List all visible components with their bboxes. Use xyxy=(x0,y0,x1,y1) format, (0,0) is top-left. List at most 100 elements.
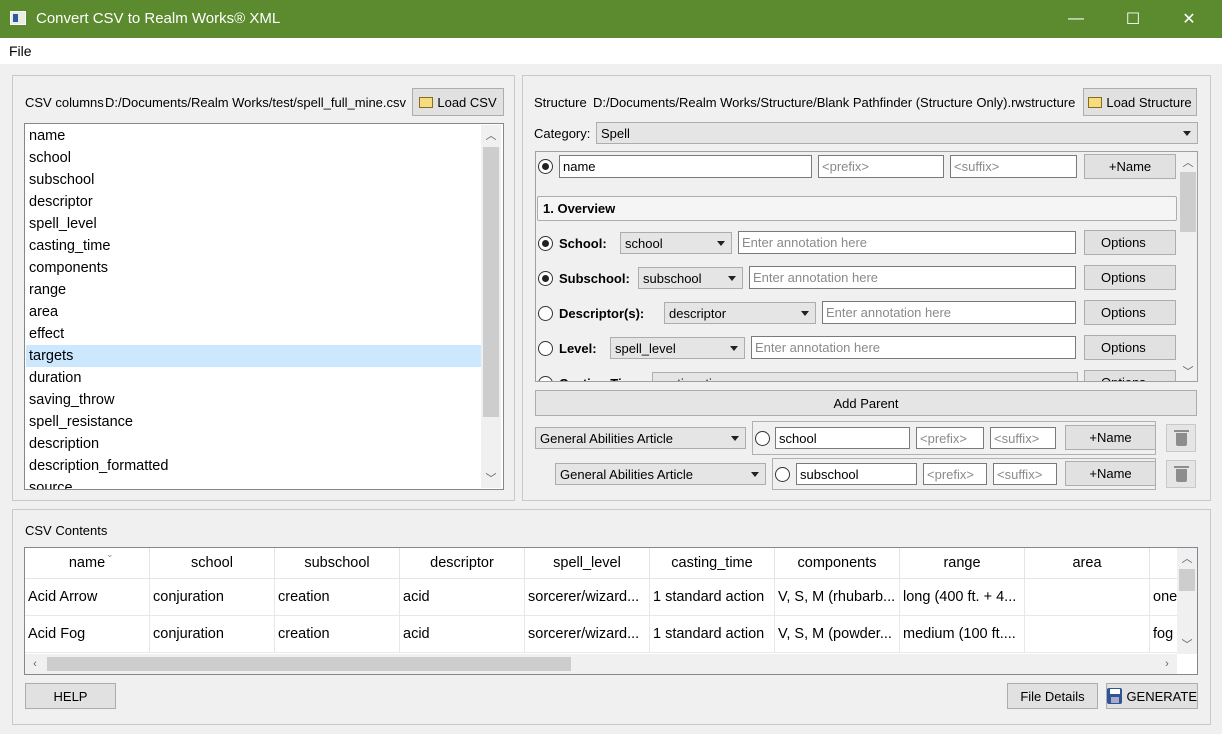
add-parent-button[interactable]: Add Parent xyxy=(535,390,1197,416)
parent-suffix-field[interactable]: <suffix> xyxy=(993,463,1057,485)
table-header[interactable]: name xyxy=(25,548,150,579)
column-list-item[interactable]: spell_resistance xyxy=(26,411,481,433)
column-list-item[interactable]: targets xyxy=(26,345,481,367)
scroll-thumb[interactable] xyxy=(1179,569,1195,591)
table-cell[interactable]: conjuration xyxy=(150,616,275,653)
scroll-thumb[interactable] xyxy=(483,147,499,417)
table-cell[interactable]: conjuration xyxy=(150,579,275,616)
column-list-item[interactable]: school xyxy=(26,147,481,169)
scroll-up-icon[interactable]: ︿ xyxy=(1177,548,1197,568)
field-radio[interactable] xyxy=(538,271,553,286)
column-list-item[interactable]: description xyxy=(26,433,481,455)
table-hscrollbar[interactable]: ‹ › xyxy=(25,654,1177,674)
scroll-down-icon[interactable]: ﹀ xyxy=(481,468,501,488)
csv-columns-list[interactable]: name school subschool descriptor spell_level… xyxy=(24,123,504,490)
field-radio[interactable] xyxy=(538,341,553,356)
table-cell[interactable]: Acid Arrow xyxy=(25,579,150,616)
table-header[interactable] xyxy=(1150,548,1180,579)
table-cell[interactable]: sorcerer/wizard... xyxy=(525,616,650,653)
section-overview-header[interactable]: 1. Overview xyxy=(537,196,1177,221)
annotation-field[interactable]: Enter annotation here xyxy=(751,336,1076,359)
parent-prefix-field[interactable]: <prefix> xyxy=(923,463,987,485)
column-list-item[interactable]: range xyxy=(26,279,481,301)
table-cell[interactable]: one xyxy=(1150,579,1180,616)
name-field[interactable]: name xyxy=(559,155,812,178)
parent-prefix-field[interactable]: <prefix> xyxy=(916,427,984,449)
scroll-right-icon[interactable]: › xyxy=(1157,654,1177,674)
table-vscrollbar[interactable]: ︿ ﹀ xyxy=(1177,548,1197,654)
scroll-up-icon[interactable]: ︿ xyxy=(1178,152,1197,172)
field-column-select[interactable]: descriptor xyxy=(664,302,816,324)
parent-add-name-button[interactable]: +Name xyxy=(1065,461,1156,486)
field-radio[interactable] xyxy=(538,306,553,321)
structure-scrollbar[interactable]: ︿ ﹀ xyxy=(1178,152,1197,381)
scroll-left-icon[interactable]: ‹ xyxy=(25,654,45,674)
column-list-item[interactable]: components xyxy=(26,257,481,279)
close-button[interactable]: ✕ xyxy=(1166,0,1212,38)
trash-icon[interactable] xyxy=(1166,424,1196,452)
table-header[interactable]: spell_level xyxy=(525,548,650,579)
table-cell[interactable]: sorcerer/wizard... xyxy=(525,579,650,616)
field-column-select[interactable]: school xyxy=(620,232,732,254)
column-list-item[interactable]: descriptor xyxy=(26,191,481,213)
field-radio[interactable] xyxy=(538,376,553,381)
column-list-item[interactable]: source xyxy=(26,477,481,489)
help-button[interactable]: HELP xyxy=(25,683,116,709)
parent-radio[interactable] xyxy=(755,431,770,446)
load-csv-button[interactable]: Load CSV xyxy=(412,88,504,116)
options-button[interactable]: Options xyxy=(1084,265,1176,290)
parent-radio[interactable] xyxy=(775,467,790,482)
scroll-up-icon[interactable]: ︿ xyxy=(481,125,501,145)
table-cell[interactable]: long (400 ft. + 4... xyxy=(900,579,1025,616)
generate-button[interactable]: GENERATE xyxy=(1106,683,1198,709)
menu-file[interactable]: File xyxy=(9,43,32,59)
file-details-button[interactable]: File Details xyxy=(1007,683,1098,709)
scroll-down-icon[interactable]: ﹀ xyxy=(1177,634,1197,654)
options-button[interactable]: Options xyxy=(1084,230,1176,255)
table-header[interactable]: components xyxy=(775,548,900,579)
field-column-select[interactable]: casting_time xyxy=(652,372,1078,381)
field-radio[interactable] xyxy=(538,236,553,251)
column-list-item[interactable]: description_formatted xyxy=(26,455,481,477)
table-header[interactable]: subschool xyxy=(275,548,400,579)
column-list-item[interactable]: subschool xyxy=(26,169,481,191)
field-column-select[interactable]: spell_level xyxy=(610,337,745,359)
field-column-select[interactable]: subschool xyxy=(638,267,743,289)
column-list-item[interactable]: duration xyxy=(26,367,481,389)
scroll-thumb[interactable] xyxy=(47,657,571,671)
column-list-item[interactable]: spell_level xyxy=(26,213,481,235)
prefix-field[interactable]: <prefix> xyxy=(818,155,944,178)
column-list-item[interactable]: saving_throw xyxy=(26,389,481,411)
table-cell[interactable]: 1 standard action xyxy=(650,616,775,653)
table-cell[interactable]: acid xyxy=(400,579,525,616)
table-header[interactable]: school xyxy=(150,548,275,579)
table-header[interactable]: area xyxy=(1025,548,1150,579)
structure-scroll-area[interactable]: name <prefix> <suffix> +Name 1. Overview… xyxy=(535,151,1198,382)
table-header[interactable]: casting_time xyxy=(650,548,775,579)
parent-add-name-button[interactable]: +Name xyxy=(1065,425,1156,450)
table-cell[interactable]: V, S, M (powder... xyxy=(775,616,900,653)
parent-category-select[interactable]: General Abilities Article xyxy=(535,427,746,449)
table-cell[interactable] xyxy=(1025,616,1150,653)
annotation-field[interactable]: Enter annotation here xyxy=(822,301,1076,324)
annotation-field[interactable]: Enter annotation here xyxy=(738,231,1076,254)
scroll-thumb[interactable] xyxy=(1180,172,1196,232)
scroll-down-icon[interactable]: ﹀ xyxy=(1178,361,1197,381)
column-list-item[interactable]: area xyxy=(26,301,481,323)
options-button[interactable]: Options xyxy=(1084,300,1176,325)
table-header[interactable]: descriptor xyxy=(400,548,525,579)
suffix-field[interactable]: <suffix> xyxy=(950,155,1077,178)
table-header[interactable]: range xyxy=(900,548,1025,579)
trash-icon[interactable] xyxy=(1166,460,1196,488)
table-cell[interactable]: acid xyxy=(400,616,525,653)
table-cell[interactable]: medium (100 ft.... xyxy=(900,616,1025,653)
category-select[interactable]: Spell xyxy=(596,122,1198,144)
parent-name-field[interactable]: school xyxy=(775,427,910,449)
minimize-button[interactable]: — xyxy=(1053,0,1099,38)
table-cell[interactable]: creation xyxy=(275,616,400,653)
columns-scrollbar[interactable]: ︿ ﹀ xyxy=(481,125,501,488)
options-button[interactable]: Options xyxy=(1084,335,1176,360)
table-cell[interactable]: Acid Fog xyxy=(25,616,150,653)
table-cell[interactable]: 1 standard action xyxy=(650,579,775,616)
csv-contents-table[interactable]: name school subschool descriptor spell_level… xyxy=(24,547,1198,675)
